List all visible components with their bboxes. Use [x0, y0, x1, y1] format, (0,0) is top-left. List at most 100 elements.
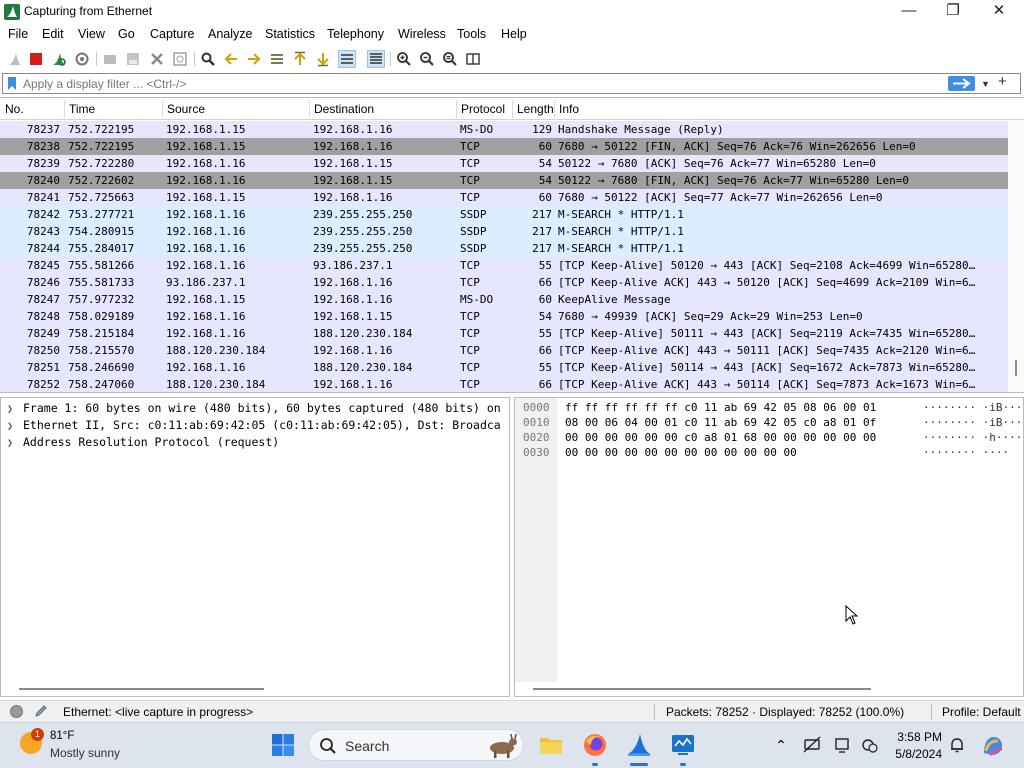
cell-dst: 239.255.255.250 — [313, 225, 413, 238]
packet-row[interactable]: 78237 752.722195 192.168.1.15 192.168.1.16 M… — [0, 121, 1008, 138]
close-file-icon[interactable] — [148, 50, 166, 68]
last-packet-icon[interactable] — [314, 50, 332, 68]
menu-view[interactable]: View — [78, 27, 105, 41]
expand-chevron-icon[interactable]: ❯ — [7, 421, 23, 432]
packet-row[interactable]: 78241 752.725663 192.168.1.15 192.168.1.16 T… — [0, 189, 1008, 206]
column-source[interactable]: Source — [167, 102, 205, 116]
menu-go[interactable]: Go — [118, 27, 135, 41]
display-device-icon[interactable] — [834, 736, 852, 754]
go-back-icon[interactable] — [222, 50, 240, 68]
menu-file[interactable]: File — [8, 27, 28, 41]
close-window-button[interactable]: ✕ — [976, 0, 1022, 24]
expert-info-led-icon[interactable] — [10, 705, 23, 718]
copilot-icon[interactable] — [980, 733, 1006, 759]
windows-start-icon[interactable] — [271, 733, 295, 757]
zoom-out-icon[interactable] — [418, 50, 436, 68]
find-magnifier-icon[interactable] — [199, 50, 217, 68]
filter-bookmark-icon[interactable] — [7, 76, 17, 91]
scrollbar-thumb[interactable] — [1015, 360, 1017, 376]
packet-row[interactable]: 78252 758.247060 188.120.230.184 192.168.1.… — [0, 376, 1008, 392]
column-protocol[interactable]: Protocol — [461, 102, 505, 116]
resize-columns-icon[interactable] — [464, 50, 482, 68]
menu-edit[interactable]: Edit — [42, 27, 64, 41]
packet-row[interactable]: 78251 758.246690 192.168.1.16 188.120.230.1… — [0, 359, 1008, 376]
cell-dst: 192.168.1.16 — [313, 378, 393, 391]
packet-row[interactable]: 78244 755.284017 192.168.1.16 239.255.255.2… — [0, 240, 1008, 257]
column-length[interactable]: Length — [517, 102, 553, 116]
column-destination[interactable]: Destination — [314, 102, 374, 116]
go-forward-icon[interactable] — [245, 50, 263, 68]
column-no[interactable]: No. — [5, 102, 24, 116]
status-profile[interactable]: Profile: Default — [942, 705, 1021, 719]
firefox-icon[interactable] — [582, 732, 608, 758]
network-monitor-icon[interactable] — [670, 732, 696, 758]
packet-row[interactable]: 78250 758.215570 188.120.230.184 192.168.1.… — [0, 342, 1008, 359]
save-file-icon[interactable] — [124, 50, 142, 68]
cell-time: 758.215570 — [68, 344, 135, 357]
file-explorer-folder-icon[interactable] — [538, 732, 564, 758]
zoom-in-icon[interactable] — [395, 50, 413, 68]
bytes-horizontal-scrollbar[interactable] — [533, 688, 871, 690]
menu-help[interactable]: Help — [501, 27, 527, 41]
stop-square-icon[interactable] — [27, 50, 45, 68]
first-packet-icon[interactable] — [291, 50, 309, 68]
cell-src: 192.168.1.15 — [166, 191, 246, 204]
maximize-button[interactable]: ❐ — [930, 0, 976, 24]
capture-comment-pencil-icon[interactable] — [34, 704, 48, 718]
tree-item-arp[interactable]: ❯ Address Resolution Protocol (request) — [7, 435, 507, 451]
restart-icon[interactable] — [50, 50, 68, 68]
packet-row[interactable]: 78247 757.977232 192.168.1.15 192.168.1.16 M… — [0, 291, 1008, 308]
show-hidden-icons-chevron-icon[interactable]: ⌃ — [772, 736, 790, 754]
packet-row[interactable]: 78242 753.277721 192.168.1.16 239.255.255.2… — [0, 206, 1008, 223]
autoscroll-icon[interactable] — [338, 50, 356, 68]
open-folder-icon[interactable] — [101, 50, 119, 68]
weather-temperature[interactable]: 81°F — [50, 730, 74, 742]
menu-wireless[interactable]: Wireless — [398, 27, 446, 41]
reload-file-icon[interactable] — [171, 50, 189, 68]
tree-item-ethernet[interactable]: ❯ Ethernet II, Src: c0:11:ab:69:42:05 (c0… — [7, 418, 507, 434]
colorize-icon[interactable] — [367, 50, 385, 68]
network-disconnected-icon[interactable] — [803, 736, 821, 754]
column-time[interactable]: Time — [69, 102, 95, 116]
packet-row[interactable]: 78239 752.722280 192.168.1.16 192.168.1.15 T… — [0, 155, 1008, 172]
cell-dst: 192.168.1.16 — [313, 140, 393, 153]
cell-dst: 239.255.255.250 — [313, 208, 413, 221]
packet-row[interactable]: 78240 752.722602 192.168.1.16 192.168.1.15 T… — [0, 172, 1008, 189]
weather-description[interactable]: Mostly sunny — [50, 746, 120, 760]
packet-row[interactable]: 78238 752.722195 192.168.1.15 192.168.1.16 T… — [0, 138, 1008, 155]
expand-chevron-icon[interactable]: ❯ — [7, 438, 23, 449]
packet-row[interactable]: 78243 754.280915 192.168.1.16 239.255.255.2… — [0, 223, 1008, 240]
notification-bell-icon[interactable] — [948, 736, 966, 754]
add-filter-button-icon[interactable]: + — [998, 73, 1007, 90]
menu-statistics[interactable]: Statistics — [265, 27, 315, 41]
packet-row[interactable]: 78249 758.215184 192.168.1.16 188.120.230.1… — [0, 325, 1008, 342]
minimize-button[interactable]: — — [886, 0, 932, 24]
menu-tools[interactable]: Tools — [457, 27, 486, 41]
capture-options-gear-icon[interactable] — [73, 50, 91, 68]
go-to-packet-icon[interactable] — [268, 50, 286, 68]
packet-row[interactable]: 78248 758.029189 192.168.1.16 192.168.1.15 T… — [0, 308, 1008, 325]
cell-time: 752.722195 — [68, 140, 135, 153]
packet-list-scrollbar[interactable] — [1008, 120, 1024, 392]
tree-item-frame[interactable]: ❯ Frame 1: 60 bytes on wire (480 bits), 6… — [7, 401, 507, 417]
clock-time[interactable]: 3:58 PM — [894, 730, 942, 744]
menu-telephony[interactable]: Telephony — [327, 27, 384, 41]
display-filter-input[interactable] — [23, 75, 943, 92]
wireshark-taskbar-icon[interactable] — [626, 732, 652, 758]
taskbar-search-box[interactable]: Search — [308, 729, 524, 761]
packet-row[interactable]: 78245 755.581266 192.168.1.16 93.186.237.1 T… — [0, 257, 1008, 274]
filter-dropdown-icon[interactable]: ▼ — [981, 79, 990, 89]
column-info[interactable]: Info — [559, 102, 579, 116]
packet-row[interactable]: 78246 755.581733 93.186.237.1 192.168.1.16 T… — [0, 274, 1008, 291]
menu-analyze[interactable]: Analyze — [208, 27, 252, 41]
cell-no: 78247 — [26, 293, 60, 306]
menu-capture[interactable]: Capture — [150, 27, 194, 41]
details-horizontal-scrollbar[interactable] — [19, 688, 264, 690]
clock-date[interactable]: 5/8/2024 — [890, 747, 942, 761]
shark-fin-start-icon[interactable] — [6, 50, 24, 68]
normal-size-icon[interactable] — [441, 50, 459, 68]
expand-chevron-icon[interactable]: ❯ — [7, 404, 23, 415]
cell-time: 758.247060 — [68, 378, 135, 391]
location-privacy-icon[interactable] — [861, 736, 879, 754]
apply-filter-arrow-icon[interactable] — [948, 76, 975, 91]
